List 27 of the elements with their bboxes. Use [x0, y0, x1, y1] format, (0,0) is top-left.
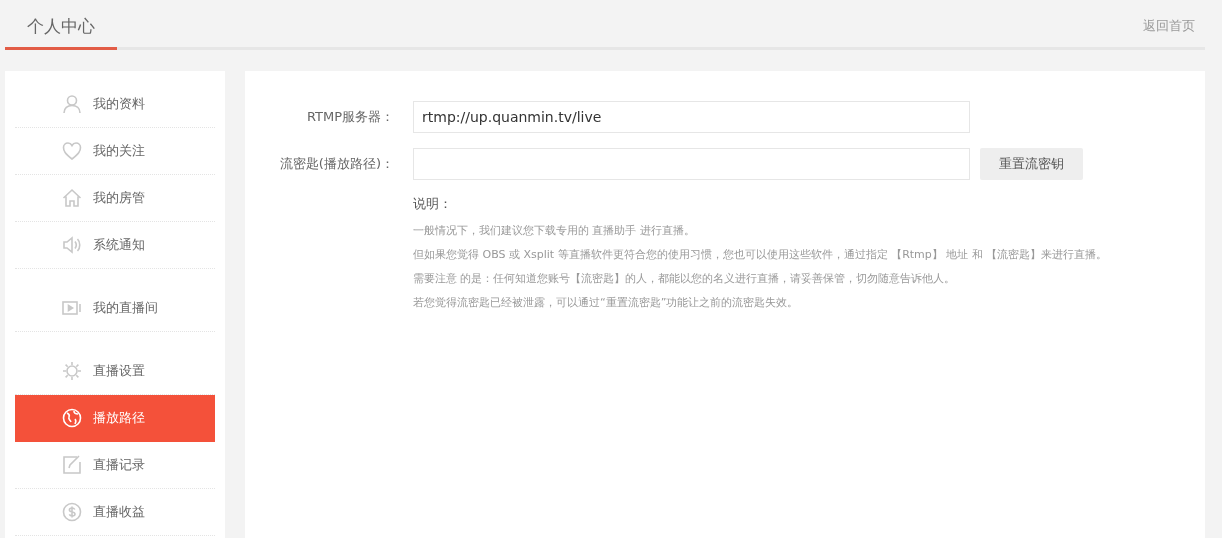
home-icon: [62, 188, 82, 208]
sidebar-item[interactable]: 直播收益: [15, 489, 215, 536]
note-text: 需要注意 的是：任何知道您账号【流密匙】的人，都能以您的名义进行直播，请妥善保管，切勿随意告诉他人。: [413, 271, 957, 287]
video-icon: [62, 298, 82, 318]
sidebar-item[interactable]: 系统通知: [15, 222, 215, 269]
sidebar-item[interactable]: 我的直播间: [15, 285, 215, 332]
input-field[interactable]: [413, 148, 970, 180]
speaker-icon: [62, 235, 82, 255]
page-title: 个人中心: [27, 15, 95, 37]
user-icon: [62, 94, 82, 114]
coin-icon: [62, 502, 82, 522]
input-field[interactable]: rtmp://up.quanmin.tv/live: [413, 101, 970, 133]
sidebar-item[interactable]: 播放路径: [15, 395, 215, 442]
sidebar-item[interactable]: 我的房管: [15, 175, 215, 222]
note-text: 若您觉得流密匙已经被泄露，可以通过“重置流密匙”功能让之前的流密匙失效。: [413, 295, 800, 311]
sidebar-item[interactable]: 我的关注: [15, 128, 215, 175]
reset-button[interactable]: 重置流密钥: [980, 148, 1083, 180]
field-label: RTMP服务器：: [305, 108, 394, 126]
notes-heading: 说明：: [413, 195, 453, 213]
field-label: 流密匙(播放路径)：: [278, 155, 394, 173]
globe-icon: [62, 408, 82, 428]
heart-icon: [62, 141, 82, 161]
note-text: 一般情况下，我们建议您下载专用的 直播助手 进行直播。: [413, 223, 696, 239]
sidebar-item[interactable]: 直播记录: [15, 442, 215, 489]
sidebar-item[interactable]: 我的资料: [15, 81, 215, 128]
note-text: 但如果您觉得 OBS 或 Xsplit 等直播软件更符合您的使用习惯，您也可以使用这些软件，通过指定 【Rtmp】 地址 和 【流密匙】来进行直播。: [413, 247, 1109, 263]
edit-icon: [62, 455, 82, 475]
